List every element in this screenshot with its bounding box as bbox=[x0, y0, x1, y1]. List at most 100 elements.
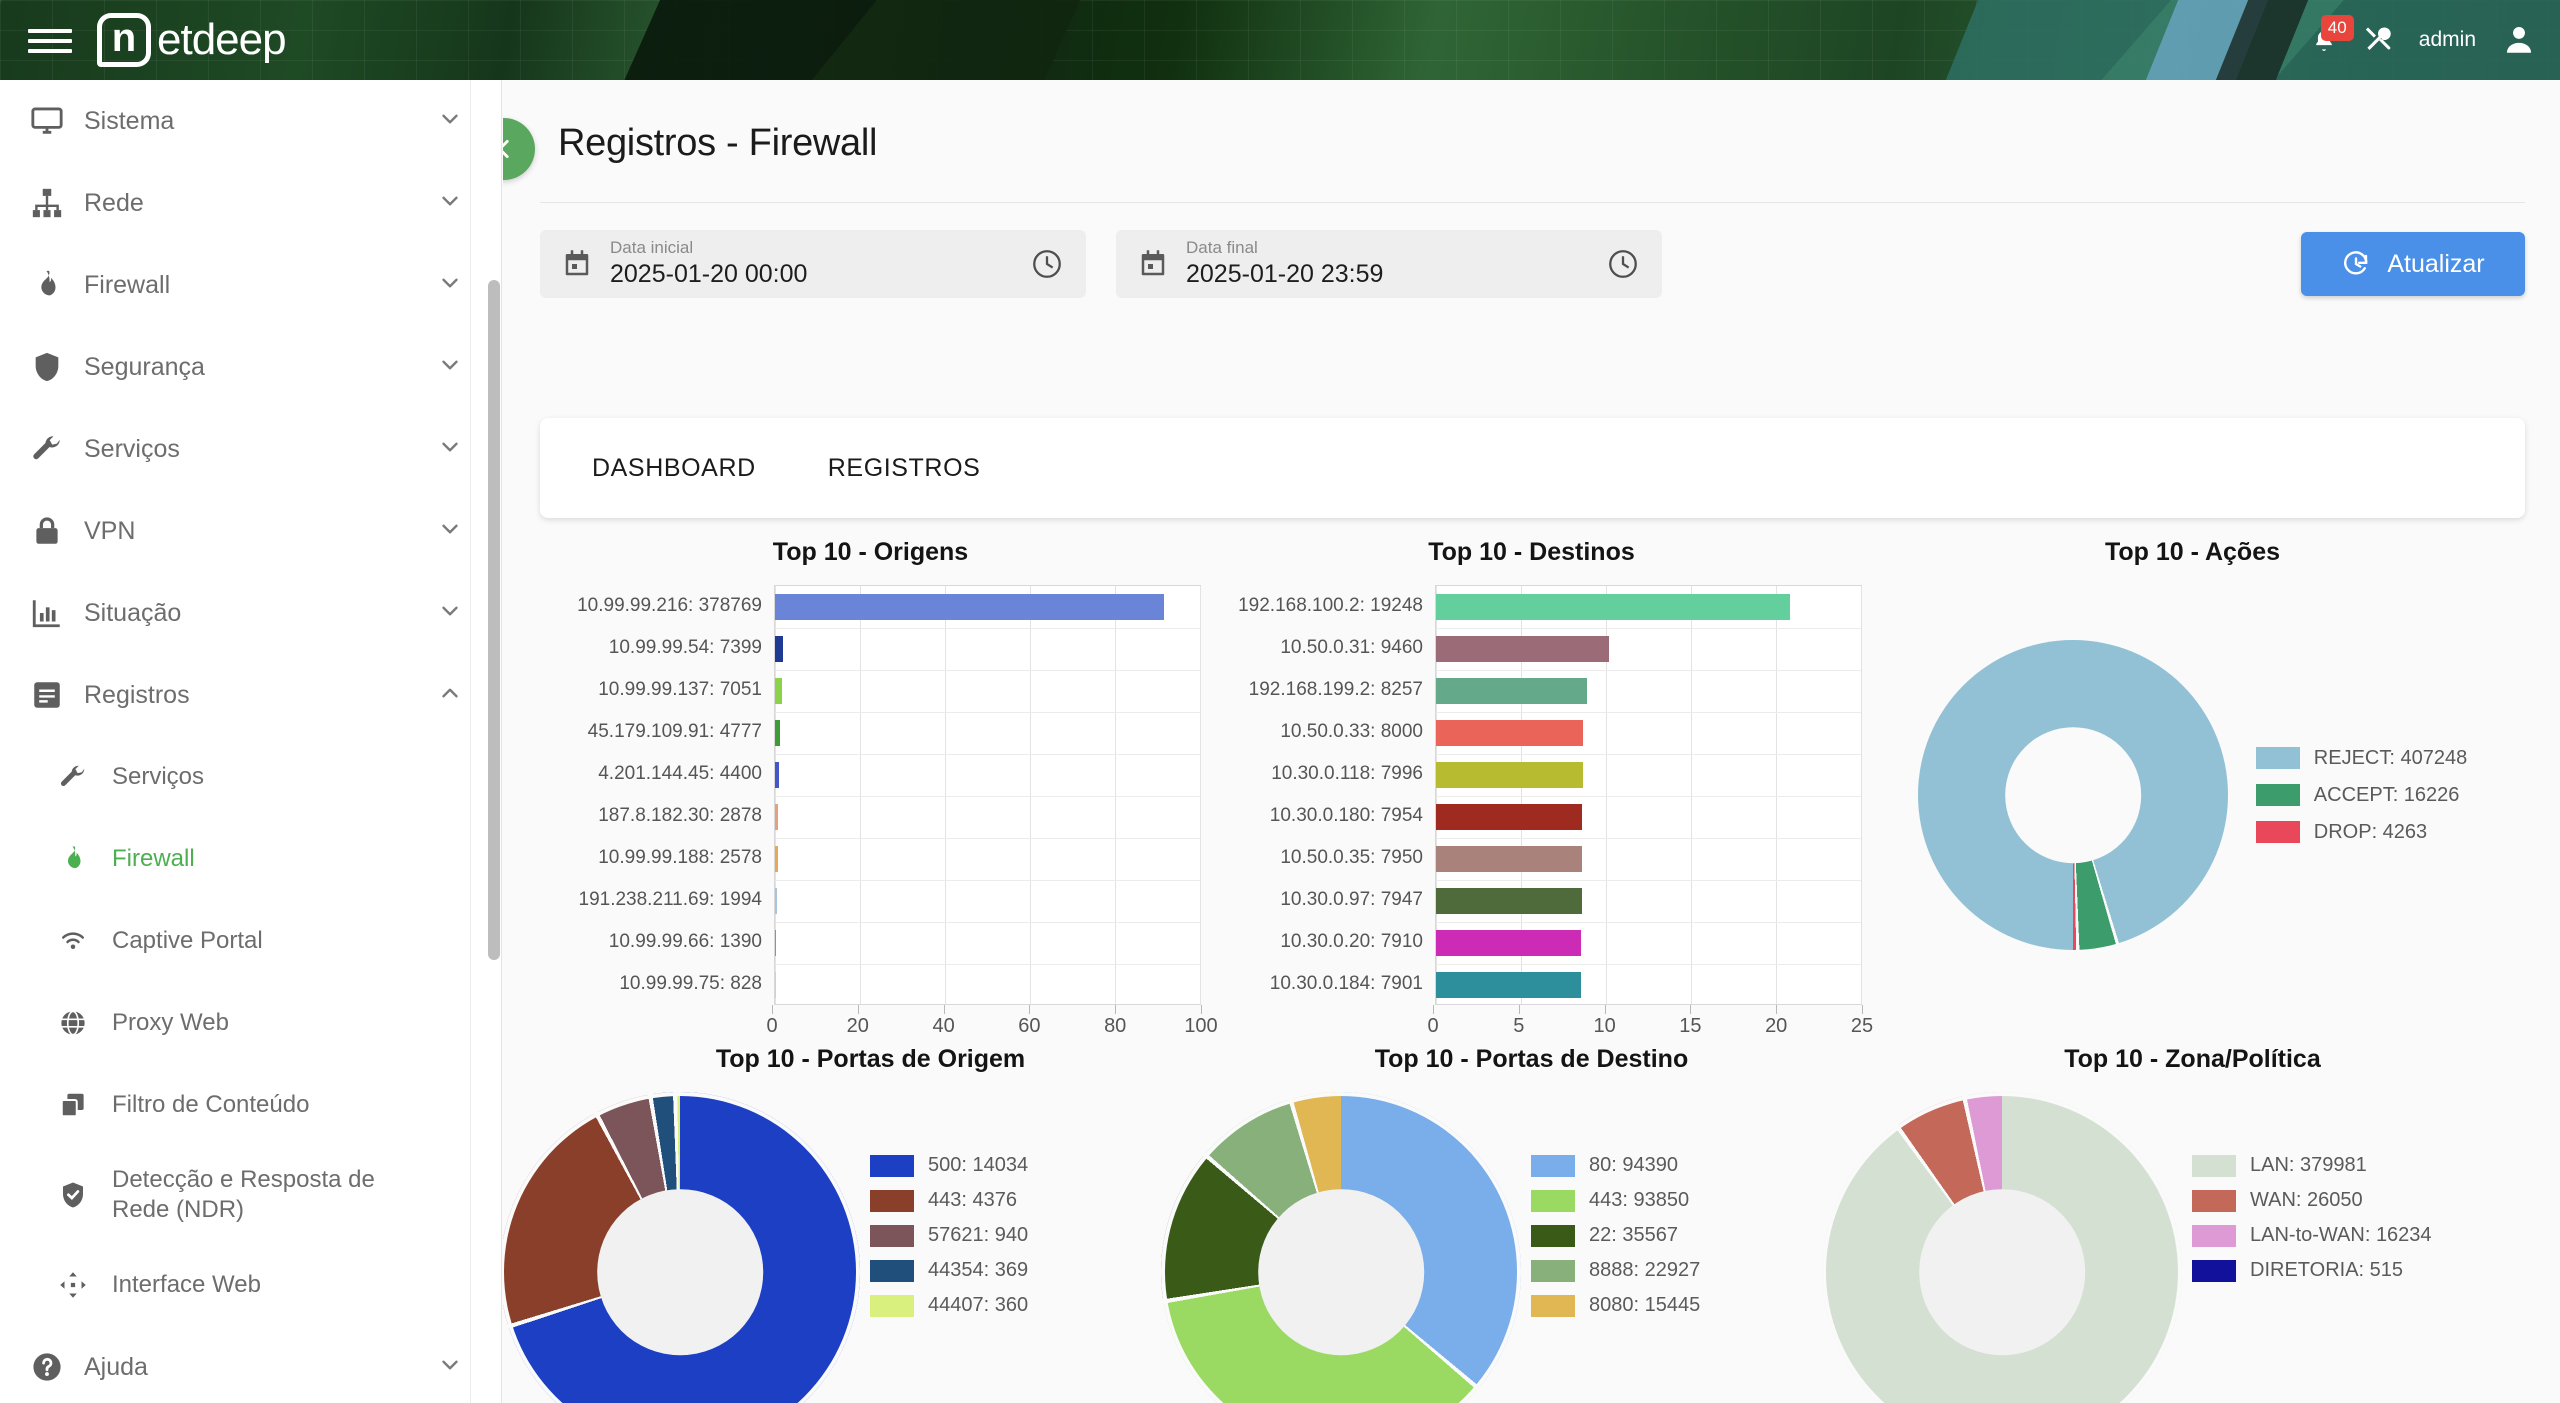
chevron-down-icon bbox=[442, 606, 458, 615]
legend-item[interactable]: 443: 93850 bbox=[1531, 1189, 1700, 1212]
x-tick-label: 60 bbox=[1018, 1015, 1041, 1037]
page-title: Registros - Firewall bbox=[558, 122, 878, 164]
sidebar-item-servi-os[interactable]: Serviços bbox=[0, 408, 501, 490]
end-date-field[interactable]: Data final 2025-01-20 23:59 bbox=[1116, 230, 1662, 298]
bar bbox=[1436, 804, 1583, 830]
chart-title: Top 10 - Origens bbox=[772, 538, 969, 566]
avatar[interactable] bbox=[2502, 23, 2536, 57]
bar-category-label: 10.50.0.35: 7950 bbox=[1280, 847, 1423, 868]
legend-label: WAN: 26050 bbox=[2250, 1189, 2363, 1211]
list-icon bbox=[34, 682, 60, 708]
legend-swatch bbox=[2192, 1259, 2236, 1282]
filter-bar: Data inicial 2025-01-20 00:00 Data final… bbox=[540, 230, 1662, 298]
sidebar-item-label: Ajuda bbox=[84, 1352, 148, 1381]
legend-item[interactable]: DROP: 4263 bbox=[2255, 820, 2467, 844]
clock-icon[interactable] bbox=[1030, 247, 1064, 281]
help-icon-wrap bbox=[30, 1350, 84, 1384]
wrench-icon bbox=[60, 765, 85, 787]
bar bbox=[775, 678, 783, 704]
sidebar-item-registros[interactable]: Registros bbox=[0, 654, 501, 736]
sidebar-item-seguran-a[interactable]: Segurança bbox=[0, 326, 501, 408]
legend-swatch bbox=[870, 1294, 914, 1317]
legend-item[interactable]: LAN-to-WAN: 16234 bbox=[2192, 1224, 2432, 1247]
chevron-down-icon bbox=[442, 524, 458, 533]
netdeep-logo[interactable]: n etdeep bbox=[97, 13, 287, 67]
bar-category-label: 10.99.99.54: 7399 bbox=[608, 637, 762, 658]
clock-icon[interactable] bbox=[1606, 247, 1640, 281]
donut-chart[interactable] bbox=[1917, 640, 2228, 950]
legend-item[interactable]: 80: 94390 bbox=[1531, 1154, 1700, 1177]
sidebar-item-vpn[interactable]: VPN bbox=[0, 490, 501, 572]
chart-title: Top 10 - Portas de Destino bbox=[1374, 1045, 1689, 1073]
legend-item[interactable]: 500: 14034 bbox=[870, 1154, 1028, 1177]
sidebar-item-proxy-web[interactable]: Proxy Web bbox=[0, 982, 501, 1064]
legend-item[interactable]: 44407: 360 bbox=[870, 1294, 1028, 1317]
user-name-label: admin bbox=[2418, 28, 2476, 51]
tabs-bar: DASHBOARD REGISTROS bbox=[540, 418, 2525, 518]
legend-item[interactable]: WAN: 26050 bbox=[2192, 1189, 2432, 1212]
start-date-value[interactable]: 2025-01-20 00:00 bbox=[610, 258, 807, 291]
bar-category-label: 45.179.109.91: 4777 bbox=[587, 721, 762, 742]
notifications-button[interactable]: 40 bbox=[2311, 15, 2354, 55]
pie-chart[interactable] bbox=[503, 1092, 860, 1403]
x-tick-label: 0 bbox=[766, 1015, 778, 1037]
sidebar-item-label: Serviços bbox=[112, 763, 205, 790]
plot-area bbox=[774, 585, 1201, 1005]
sidebar-item-firewall[interactable]: Firewall bbox=[0, 244, 501, 326]
bar bbox=[1436, 972, 1582, 998]
legend-label: DROP: 4263 bbox=[2313, 820, 2428, 843]
calendar-icon bbox=[1141, 250, 1165, 276]
legend-item[interactable]: REJECT: 407248 bbox=[2255, 747, 2467, 770]
monitor-icon-wrap bbox=[30, 104, 84, 138]
legend-item[interactable]: 8888: 22927 bbox=[1531, 1259, 1700, 1282]
tab-dashboard[interactable]: DASHBOARD bbox=[592, 454, 756, 483]
title-divider bbox=[540, 202, 2525, 203]
bar bbox=[1436, 846, 1583, 872]
sidebar-item-servi-os[interactable]: Serviços bbox=[0, 736, 501, 818]
bar-chart-icon bbox=[32, 600, 60, 628]
legend-item[interactable]: 22: 35567 bbox=[1531, 1224, 1700, 1247]
tab-registros[interactable]: REGISTROS bbox=[828, 454, 981, 483]
legend-item[interactable]: 443: 4376 bbox=[870, 1189, 1028, 1212]
pie-chart[interactable] bbox=[1822, 1092, 2182, 1403]
legend-item[interactable]: DIRETORIA: 515 bbox=[2192, 1259, 2432, 1282]
sidebar-item-situa-o[interactable]: Situação bbox=[0, 572, 501, 654]
sidebar-item-interface-web[interactable]: Interface Web bbox=[0, 1244, 501, 1326]
x-axis: 0 5 10 15 20 25 bbox=[1427, 1005, 1873, 1045]
bar bbox=[775, 594, 1164, 620]
sidebar-item-rede[interactable]: Rede bbox=[0, 162, 501, 244]
bar bbox=[1436, 888, 1582, 914]
end-date-value[interactable]: 2025-01-20 23:59 bbox=[1186, 258, 1383, 291]
legend-item[interactable]: 57621: 940 bbox=[870, 1224, 1028, 1247]
sidebar-item-firewall[interactable]: Firewall bbox=[0, 818, 501, 900]
sidebar-item-label: Proxy Web bbox=[112, 1009, 229, 1036]
pie-chart[interactable] bbox=[1161, 1092, 1521, 1403]
legend-item[interactable]: ACCEPT: 16226 bbox=[2255, 784, 2467, 807]
legend-item[interactable]: LAN: 379981 bbox=[2192, 1154, 2432, 1177]
sidebar-item-label: Serviços bbox=[84, 434, 180, 463]
legend-item[interactable]: 8080: 15445 bbox=[1531, 1294, 1700, 1317]
sidebar-item-filtro-de-conte-do[interactable]: Filtro de Conteúdo bbox=[0, 1064, 501, 1146]
hamburger-menu-icon[interactable] bbox=[28, 23, 72, 57]
sidebar-scrollbar-thumb[interactable] bbox=[488, 280, 500, 960]
bar-category-label: 10.50.0.33: 8000 bbox=[1280, 721, 1423, 742]
tools-icon[interactable] bbox=[2363, 25, 2393, 55]
chevron-left-icon bbox=[503, 140, 509, 158]
legend-swatch bbox=[2192, 1154, 2236, 1177]
chart-top-10-a-es: Top 10 - Ações REJECT: 407248 ACCEPT: 1622… bbox=[1862, 538, 2523, 1045]
sidebar-item-detec-o-e-resposta-de-rede-ndr[interactable]: Detecção e Resposta de Rede (NDR) bbox=[0, 1146, 501, 1244]
chart-legend: 80: 94390 443: 93850 22: 35567 8888: 22927 8… bbox=[1531, 1092, 1700, 1317]
lock-icon-wrap bbox=[30, 514, 84, 548]
legend-label: 22: 35567 bbox=[1589, 1224, 1678, 1246]
list-icon-wrap bbox=[30, 678, 84, 712]
sidebar-chevron bbox=[437, 352, 463, 383]
refresh-button[interactable]: Atualizar bbox=[2301, 232, 2525, 296]
legend-item[interactable]: 44354: 369 bbox=[870, 1259, 1028, 1282]
sidebar-collapse-button[interactable] bbox=[503, 118, 535, 180]
network-icon-wrap bbox=[30, 186, 84, 220]
start-date-field[interactable]: Data inicial 2025-01-20 00:00 bbox=[540, 230, 1086, 298]
sidebar-item-label: Filtro de Conteúdo bbox=[112, 1091, 310, 1118]
sidebar-item-captive-portal[interactable]: Captive Portal bbox=[0, 900, 501, 982]
sidebar-item-ajuda[interactable]: Ajuda bbox=[0, 1326, 501, 1403]
sidebar-item-sistema[interactable]: Sistema bbox=[0, 80, 501, 162]
